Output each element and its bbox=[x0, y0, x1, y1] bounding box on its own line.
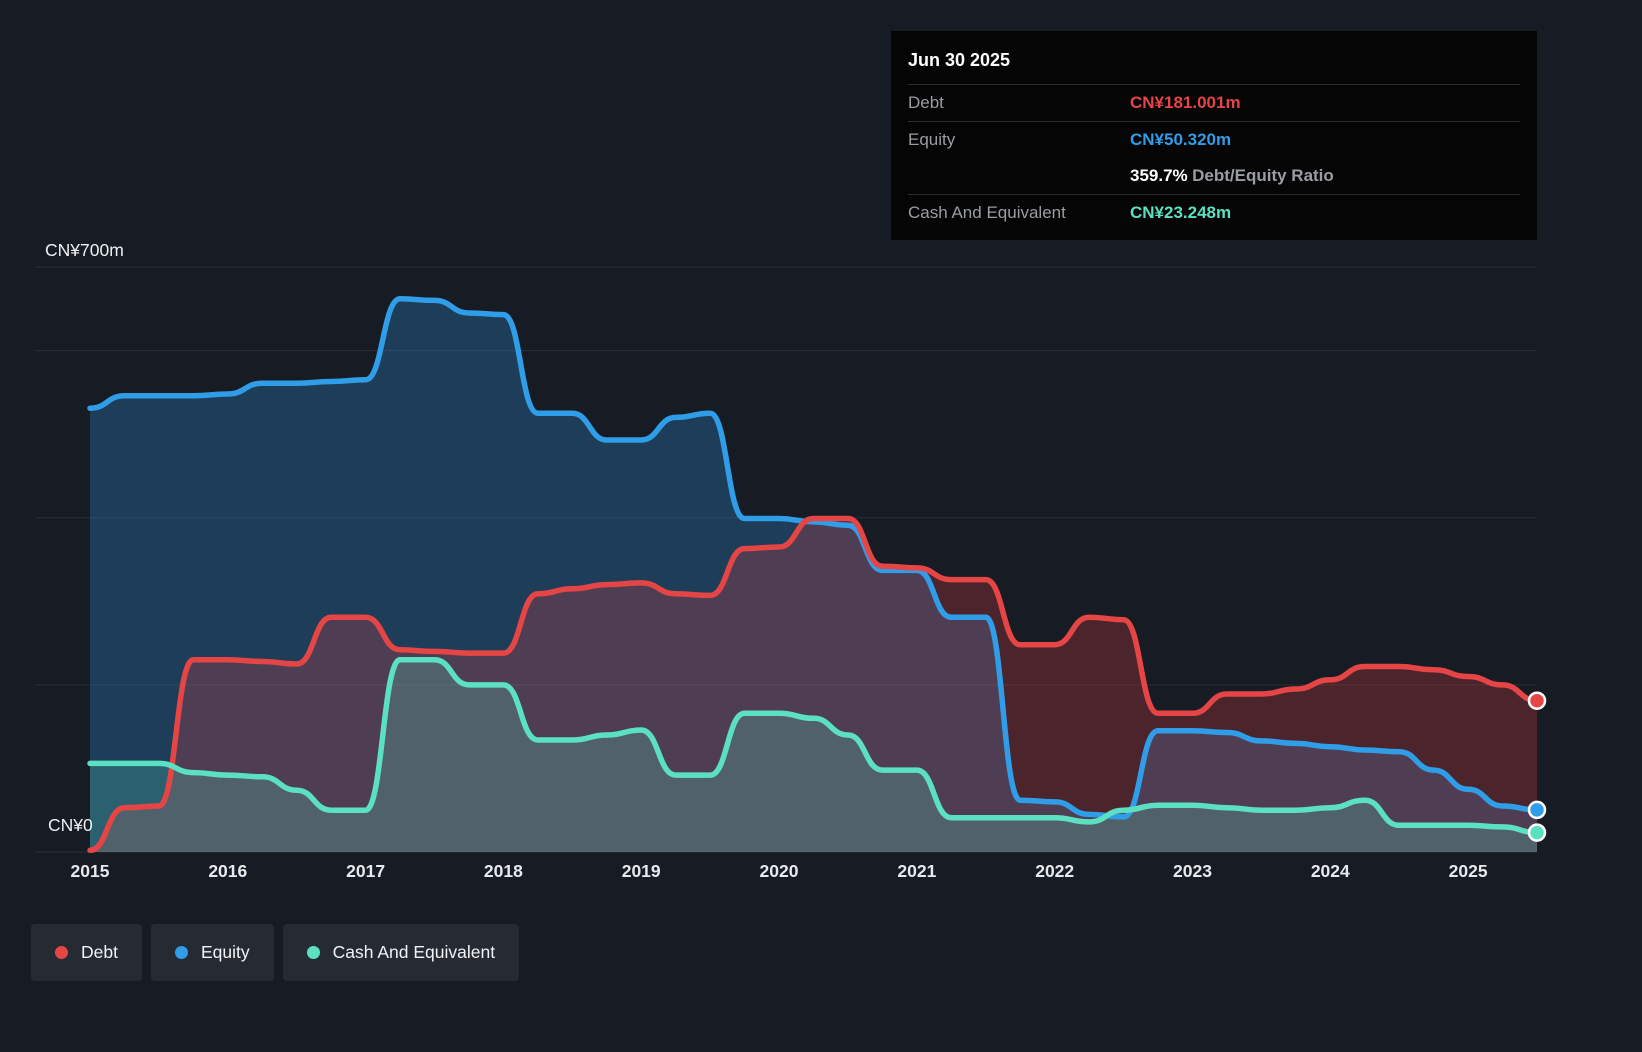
x-axis-label: 2020 bbox=[760, 861, 799, 882]
tooltip-cash-label: Cash And Equivalent bbox=[908, 203, 1130, 223]
legend-item-label: Equity bbox=[201, 942, 250, 963]
debt-equity-history-chart: Jun 30 2025 Debt CN¥181.001m Equity CN¥5… bbox=[0, 0, 1642, 1052]
cash-and-equivalent-endpoint-marker bbox=[1529, 825, 1545, 841]
legend-item-debt[interactable]: Debt bbox=[31, 924, 142, 981]
x-axis-label: 2017 bbox=[346, 861, 385, 882]
x-axis-label: 2022 bbox=[1035, 861, 1074, 882]
tooltip-ratio-value: 359.7% Debt/Equity Ratio bbox=[1130, 166, 1334, 186]
x-axis-label: 2021 bbox=[897, 861, 936, 882]
tooltip-equity-row: Equity CN¥50.320m bbox=[908, 121, 1520, 158]
equity-endpoint-marker bbox=[1529, 802, 1545, 818]
chart-tooltip: Jun 30 2025 Debt CN¥181.001m Equity CN¥5… bbox=[891, 31, 1537, 240]
tooltip-equity-value: CN¥50.320m bbox=[1130, 130, 1231, 150]
x-axis-label: 2019 bbox=[622, 861, 661, 882]
tooltip-ratio-label: Debt/Equity Ratio bbox=[1192, 166, 1334, 185]
tooltip-date: Jun 30 2025 bbox=[908, 41, 1520, 84]
tooltip-ratio-percent: 359.7% bbox=[1130, 166, 1188, 185]
chart-legend: Debt Equity Cash And Equivalent bbox=[31, 924, 519, 981]
legend-item-label: Cash And Equivalent bbox=[333, 942, 495, 963]
tooltip-ratio-row: 359.7% Debt/Equity Ratio bbox=[908, 158, 1520, 194]
cash-legend-dot-icon bbox=[307, 946, 320, 959]
equity-legend-dot-icon bbox=[175, 946, 188, 959]
x-axis-label: 2024 bbox=[1311, 861, 1350, 882]
debt-legend-dot-icon bbox=[55, 946, 68, 959]
tooltip-debt-label: Debt bbox=[908, 93, 1130, 113]
x-axis-label: 2018 bbox=[484, 861, 523, 882]
tooltip-debt-row: Debt CN¥181.001m bbox=[908, 84, 1520, 121]
x-axis-label: 2023 bbox=[1173, 861, 1212, 882]
y-axis-zero-label: CN¥0 bbox=[48, 815, 93, 836]
x-axis: 2015 2016 2017 2018 2019 2020 2021 2022 2023 2024… bbox=[0, 861, 1642, 891]
tooltip-cash-row: Cash And Equivalent CN¥23.248m bbox=[908, 194, 1520, 231]
legend-item-equity[interactable]: Equity bbox=[151, 924, 274, 981]
tooltip-equity-label: Equity bbox=[908, 130, 1130, 150]
y-axis-max-label: CN¥700m bbox=[45, 240, 124, 261]
x-axis-label: 2015 bbox=[71, 861, 110, 882]
debt-endpoint-marker bbox=[1529, 693, 1545, 709]
legend-item-label: Debt bbox=[81, 942, 118, 963]
tooltip-debt-value: CN¥181.001m bbox=[1130, 93, 1241, 113]
tooltip-cash-value: CN¥23.248m bbox=[1130, 203, 1231, 223]
x-axis-label: 2025 bbox=[1449, 861, 1488, 882]
legend-item-cash[interactable]: Cash And Equivalent bbox=[283, 924, 519, 981]
x-axis-label: 2016 bbox=[208, 861, 247, 882]
